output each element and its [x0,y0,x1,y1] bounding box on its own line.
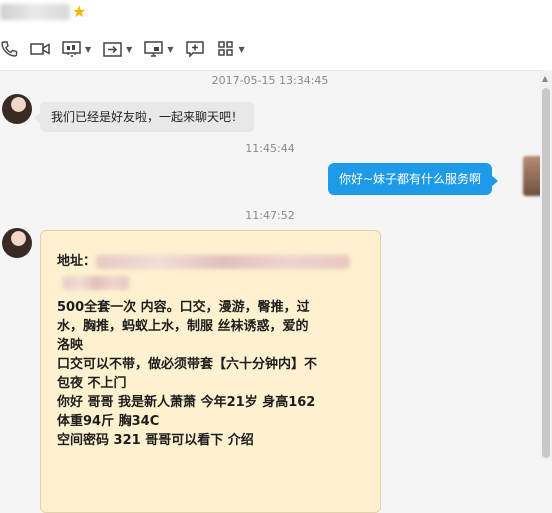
address-redacted [63,275,129,290]
chat-scrollbar[interactable]: ▲ [540,70,552,460]
incoming-info-card: 地址： 500全套一次 内容。口交，漫游，臀推，过 水，胸推，蚂蚁上水，制服 丝… [40,230,381,513]
incoming-message: 我们已经是好友啦，一起来聊天吧！ [33,102,255,132]
card-body: 地址： 500全套一次 内容。口交，漫游，臀推，过 水，胸推，蚂蚁上水，制服 丝… [48,238,372,508]
video-icon [30,41,50,57]
chevron-down-icon[interactable]: ▼ [238,45,244,54]
address-line-2 [63,273,377,292]
card-line: 包夜 不上门 [57,376,127,391]
card-line: 洛映 [57,338,84,353]
card-text: 地址： 500全套一次 内容。口交，漫游，臀推，过 水，胸推，蚂蚁上水，制服 丝… [57,252,377,450]
file-transfer-icon [103,40,123,58]
star-icon[interactable]: ★ [72,2,86,22]
card-line: 体重94斤 胸34C [57,414,160,429]
card-line: 口交可以不带，做必须带套【六十分钟内】不 [57,357,318,372]
card-line: 空间密码 321 哥哥可以看下 介绍 [57,433,254,448]
scroll-up-icon[interactable]: ▲ [542,74,548,83]
phone-button[interactable] [0,40,18,58]
address-label: 地址： [57,254,97,269]
message-timestamp: 11:45:44 [245,142,295,155]
contact-name-redacted[interactable] [0,4,70,20]
chat-header: ★ ▼ ▼ ▼ ▼ [0,0,552,71]
avatar[interactable] [2,228,32,258]
add-chat-icon [185,40,205,58]
address-redacted [96,254,351,269]
message-timestamp: 11:47:52 [245,209,295,222]
remote-desktop-icon [144,40,164,58]
screen-share-button[interactable]: ▼ [62,40,91,58]
card-line: 你好 哥哥 我是新人萧萧 今年21岁 身高162 [57,395,316,410]
chevron-down-icon[interactable]: ▼ [85,45,91,54]
avatar[interactable] [2,94,32,124]
scroll-thumb[interactable] [542,88,550,458]
chevron-down-icon[interactable]: ▼ [126,45,132,54]
chevron-down-icon[interactable]: ▼ [167,45,173,54]
card-line: 500全套一次 内容。口交，漫游，臀推，过 [57,300,310,315]
message-timestamp: 2017-05-15 13:34:45 [211,74,329,87]
chat-toolbar: ▼ ▼ ▼ ▼ [0,38,257,60]
file-transfer-button[interactable]: ▼ [103,40,132,58]
address-line: 地址： [57,252,377,271]
outgoing-message: 你好~妹子都有什么服务啊 [328,163,499,195]
remote-desktop-button[interactable]: ▼ [144,40,173,58]
screen-share-icon [62,40,82,58]
phone-icon [0,40,18,58]
apps-button[interactable]: ▼ [217,40,245,58]
add-chat-button[interactable] [185,40,205,58]
card-line: 水，胸推，蚂蚁上水，制服 丝袜诱惑，爱的 [57,319,309,334]
apps-icon [217,40,235,58]
video-call-button[interactable] [30,41,50,57]
